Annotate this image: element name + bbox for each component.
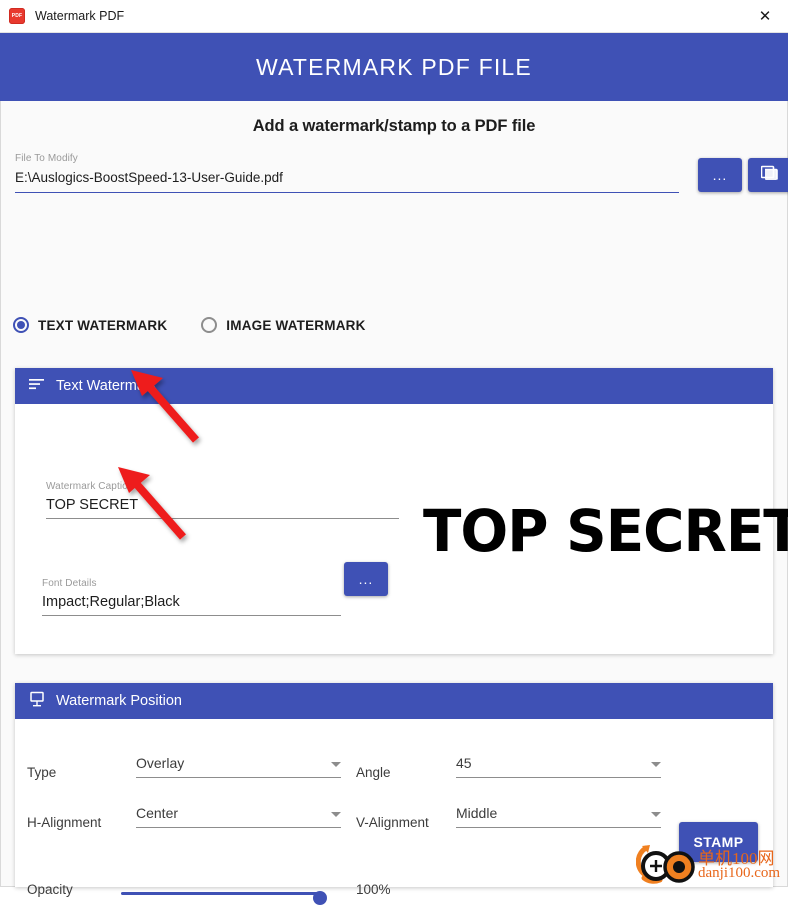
angle-select[interactable]: 45 bbox=[456, 755, 661, 778]
watermark-caption-input[interactable]: TOP SECRET bbox=[46, 492, 399, 519]
file-to-modify-row: File To Modify E:\Auslogics-BoostSpeed-1… bbox=[15, 153, 788, 207]
v-alignment-select-value: Middle bbox=[456, 805, 498, 821]
type-select[interactable]: Overlay bbox=[136, 755, 341, 778]
banner-title: WATERMARK PDF FILE bbox=[256, 53, 532, 80]
stamp-button-label: STAMP bbox=[693, 834, 744, 850]
watermark-caption-label: Watermark Caption bbox=[46, 481, 134, 492]
file-path-value[interactable]: E:\Auslogics-BoostSpeed-13-User-Guide.pd… bbox=[15, 164, 679, 193]
font-details-label: Font Details bbox=[42, 578, 97, 589]
radio-image-watermark[interactable]: IMAGE WATERMARK bbox=[201, 317, 365, 333]
watermark-position-card-header: Watermark Position bbox=[15, 683, 773, 719]
file-path-field[interactable]: File To Modify E:\Auslogics-BoostSpeed-1… bbox=[15, 153, 679, 193]
text-watermark-card-title: Text Watermark bbox=[56, 378, 157, 394]
watermark-position-card-title: Watermark Position bbox=[56, 693, 182, 709]
opacity-slider-thumb[interactable] bbox=[313, 891, 327, 905]
close-icon[interactable]: ✕ bbox=[742, 0, 788, 32]
text-lines-icon bbox=[29, 377, 45, 395]
angle-select-value: 45 bbox=[456, 755, 472, 771]
type-select-value: Overlay bbox=[136, 755, 185, 771]
v-alignment-select[interactable]: Middle bbox=[456, 805, 661, 828]
file-open-folder-button[interactable] bbox=[748, 158, 788, 192]
font-details-field[interactable]: Font Details Impact;Regular;Black bbox=[42, 578, 341, 616]
angle-label: Angle bbox=[356, 765, 391, 780]
stamp-button[interactable]: STAMP bbox=[679, 822, 758, 862]
file-browse-button[interactable]: ... bbox=[698, 158, 742, 192]
watermark-type-radio-group: TEXT WATERMARK IMAGE WATERMARK bbox=[13, 317, 366, 333]
font-details-input[interactable]: Impact;Regular;Black bbox=[42, 589, 341, 616]
radio-image-watermark-circle bbox=[201, 317, 218, 333]
easel-icon bbox=[29, 691, 45, 712]
app-banner: WATERMARK PDF FILE bbox=[0, 33, 788, 101]
font-details-browse-label: ... bbox=[358, 571, 374, 587]
text-watermark-card-body: Watermark Caption TOP SECRET Font Detail… bbox=[15, 404, 788, 654]
window-title: Watermark PDF bbox=[35, 9, 125, 23]
h-alignment-select-value: Center bbox=[136, 805, 179, 821]
chevron-down-icon bbox=[651, 762, 661, 767]
h-alignment-label: H-Alignment bbox=[27, 815, 102, 830]
type-label: Type bbox=[27, 765, 57, 780]
pdf-icon-text: PDF bbox=[11, 13, 23, 19]
watermark-position-card-body: Type Overlay Angle 45 H-Alignment Center bbox=[15, 719, 773, 905]
chevron-down-icon bbox=[331, 812, 341, 817]
radio-text-watermark[interactable]: TEXT WATERMARK bbox=[13, 317, 167, 333]
radio-image-watermark-label: IMAGE WATERMARK bbox=[226, 317, 366, 333]
text-watermark-card: Text Watermark Watermark Caption TOP SEC… bbox=[15, 368, 788, 654]
watermark-position-card: Watermark Position Type Overlay Angle 45… bbox=[15, 683, 773, 905]
chevron-down-icon bbox=[331, 762, 341, 767]
file-browse-label: ... bbox=[712, 167, 728, 183]
folder-copy-icon bbox=[760, 164, 780, 186]
watermark-caption-field[interactable]: Watermark Caption TOP SECRET bbox=[46, 481, 399, 519]
page-body: Add a watermark/stamp to a PDF file File… bbox=[0, 101, 788, 905]
pdf-icon: PDF bbox=[9, 8, 25, 24]
v-alignment-label: V-Alignment bbox=[356, 815, 429, 830]
font-details-browse-button[interactable]: ... bbox=[344, 562, 388, 596]
opacity-label: Opacity bbox=[27, 882, 73, 897]
title-bar: PDF Watermark PDF ✕ bbox=[0, 0, 788, 33]
radio-text-watermark-label: TEXT WATERMARK bbox=[38, 317, 168, 333]
chevron-down-icon bbox=[651, 812, 661, 817]
radio-text-watermark-circle bbox=[13, 317, 29, 333]
opacity-slider-track[interactable] bbox=[121, 892, 321, 895]
text-watermark-card-header: Text Watermark bbox=[15, 368, 773, 404]
page-subtitle: Add a watermark/stamp to a PDF file bbox=[252, 117, 536, 135]
opacity-value: 100% bbox=[356, 882, 391, 897]
watermark-preview-text: TOP SECRET bbox=[423, 497, 788, 565]
file-path-label: File To Modify bbox=[15, 153, 78, 164]
radio-text-watermark-dot bbox=[17, 321, 25, 329]
h-alignment-select[interactable]: Center bbox=[136, 805, 341, 828]
